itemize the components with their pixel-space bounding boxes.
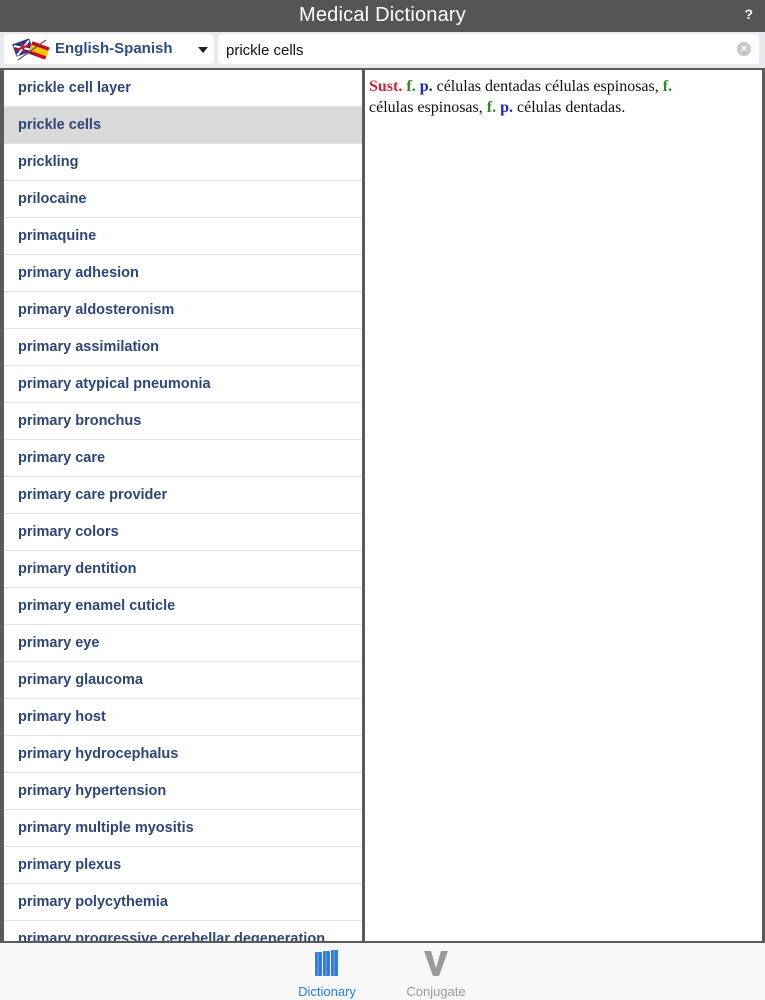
list-item-label: prickle cells: [18, 117, 102, 133]
list-item[interactable]: primary hydrocephalus: [4, 736, 362, 773]
list-item-label: primaquine: [18, 228, 97, 244]
list-item-label: primary dentition: [18, 561, 137, 577]
list-item-label: primary adhesion: [18, 265, 139, 281]
translation-text: células dentadas células espinosas,: [432, 78, 663, 95]
list-item-label: primary hypertension: [18, 783, 167, 799]
list-item-label: primary assimilation: [18, 339, 160, 355]
list-item-label: primary progressive cerebellar degenerat…: [18, 931, 326, 941]
help-button[interactable]: ?: [744, 6, 753, 22]
list-item[interactable]: primary care provider: [4, 477, 362, 514]
tab-dictionary-label: Dictionary: [298, 984, 356, 999]
list-item[interactable]: prickling: [4, 144, 362, 181]
toolbar: English-Spanish ×: [0, 32, 765, 68]
list-item[interactable]: primary atypical pneumonia: [4, 366, 362, 403]
title-bar: Medical Dictionary ?: [0, 0, 765, 32]
gender-tag: f.: [486, 99, 497, 116]
list-item[interactable]: prickle cells: [4, 107, 362, 144]
list-item-label: primary glaucoma: [18, 672, 143, 688]
list-item[interactable]: primary plexus: [4, 847, 362, 884]
list-item[interactable]: primary hypertension: [4, 773, 362, 810]
list-item-label: primary enamel cuticle: [18, 598, 176, 614]
list-item-label: prilocaine: [18, 191, 87, 207]
clear-icon[interactable]: ×: [737, 42, 751, 56]
list-item[interactable]: primary host: [4, 699, 362, 736]
list-item-label: primary colors: [18, 524, 119, 540]
number-tag: p.: [419, 78, 433, 95]
list-item[interactable]: primary adhesion: [4, 255, 362, 292]
gender-tag: f.: [406, 78, 416, 95]
v-icon: [424, 951, 448, 976]
tab-dictionary[interactable]: Dictionary: [282, 949, 372, 999]
chevron-down-icon: [198, 47, 208, 53]
list-item[interactable]: primary dentition: [4, 551, 362, 588]
flags-icon: [12, 38, 50, 61]
list-item-label: primary polycythemia: [18, 894, 168, 910]
search-box: ×: [218, 34, 759, 66]
list-item-label: primary eye: [18, 635, 100, 651]
list-item[interactable]: primary glaucoma: [4, 662, 362, 699]
search-input[interactable]: [224, 34, 728, 66]
tab-bar: Dictionary Conjugate: [0, 943, 765, 1000]
list-item-label: prickling: [18, 154, 79, 170]
list-item[interactable]: primary aldosteronism: [4, 292, 362, 329]
list-item[interactable]: primary assimilation: [4, 329, 362, 366]
list-item-label: primary care: [18, 450, 106, 466]
list-item[interactable]: primaquine: [4, 218, 362, 255]
list-item-label: primary bronchus: [18, 413, 142, 429]
list-item-label: primary host: [18, 709, 106, 725]
part-of-speech: Sust.: [369, 78, 403, 95]
definition-text: Sust. f. p. células dentadas células esp…: [369, 76, 754, 118]
list-item[interactable]: primary multiple myositis: [4, 810, 362, 847]
language-selector[interactable]: English-Spanish: [4, 34, 214, 64]
list-item-label: primary multiple myositis: [18, 820, 194, 836]
translation-text: células espinosas,: [369, 99, 487, 116]
list-item-label: primary hydrocephalus: [18, 746, 179, 762]
number-tag: p.: [500, 99, 513, 116]
list-item[interactable]: primary care: [4, 440, 362, 477]
tab-conjugate-label: Conjugate: [406, 984, 466, 999]
list-item[interactable]: prilocaine: [4, 181, 362, 218]
list-item-label: prickle cell layer: [18, 80, 131, 96]
gender-tag: f.: [662, 78, 673, 95]
app-title: Medical Dictionary: [299, 4, 466, 26]
definition-panel: Sust. f. p. células dentadas células esp…: [365, 70, 762, 941]
list-item-label: primary atypical pneumonia: [18, 376, 211, 392]
list-item-label: primary care provider: [18, 487, 168, 503]
list-item[interactable]: primary polycythemia: [4, 884, 362, 921]
books-icon: [315, 950, 338, 976]
list-item-label: primary aldosteronism: [18, 302, 175, 318]
word-list: prickle cell layer prickle cells prickling…: [4, 70, 362, 941]
translation-text: células dentadas.: [512, 99, 626, 116]
list-item-label: primary plexus: [18, 857, 122, 873]
language-label: English-Spanish: [55, 40, 173, 57]
list-item[interactable]: primary colors: [4, 514, 362, 551]
list-item[interactable]: primary progressive cerebellar degenerat…: [4, 921, 362, 941]
list-item[interactable]: primary bronchus: [4, 403, 362, 440]
list-item[interactable]: prickle cell layer: [4, 70, 362, 107]
list-item[interactable]: primary enamel cuticle: [4, 588, 362, 625]
tab-conjugate[interactable]: Conjugate: [391, 949, 481, 999]
list-item[interactable]: primary eye: [4, 625, 362, 662]
